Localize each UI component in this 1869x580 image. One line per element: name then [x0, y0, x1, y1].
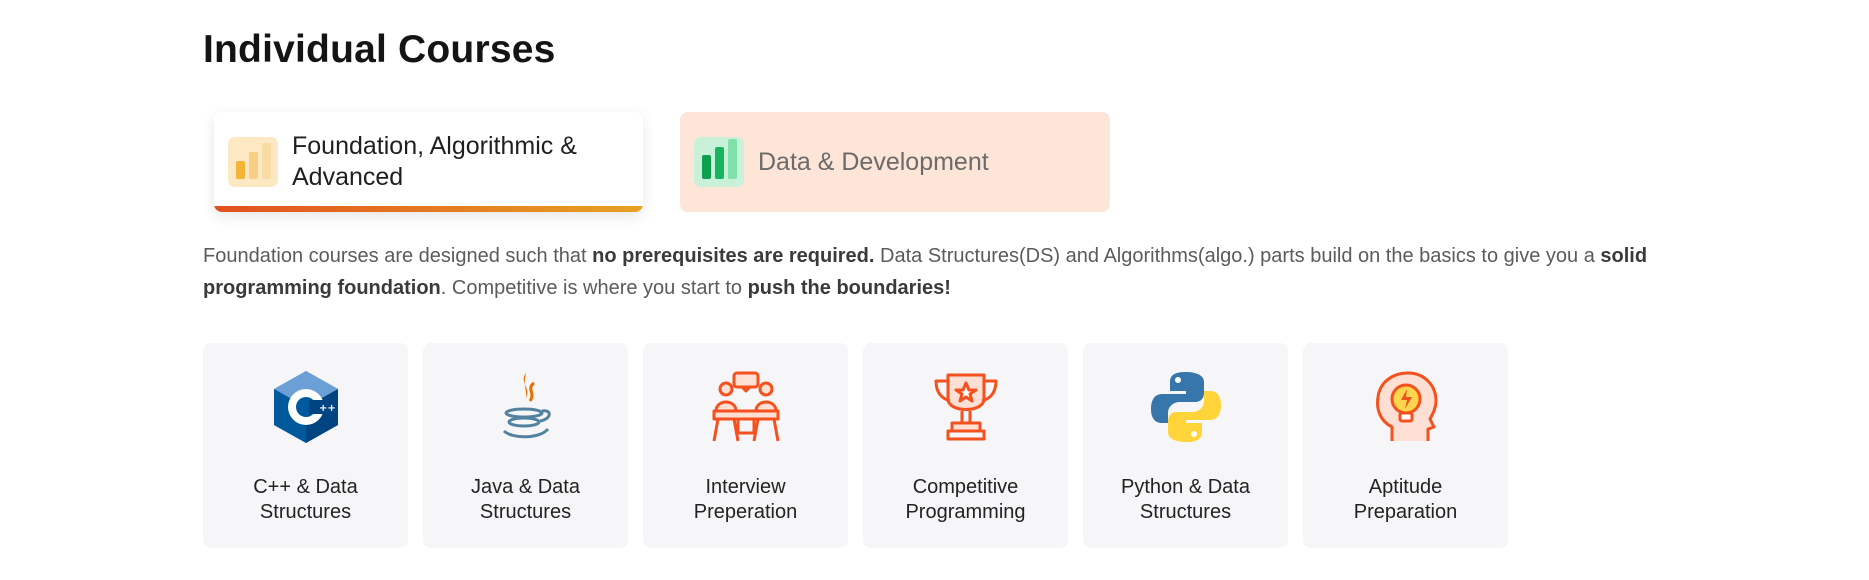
aptitude-icon: [1366, 367, 1446, 447]
course-label: Interview Preperation: [693, 476, 798, 523]
section-title: Individual Courses: [203, 28, 556, 71]
active-tab-indicator: [214, 206, 643, 212]
course-label: Python & Data Structures: [1121, 476, 1250, 523]
trophy-icon: [926, 367, 1006, 447]
tab-data-development[interactable]: Data & Development: [680, 112, 1110, 212]
course-card-java[interactable]: Java & Data Structures: [423, 343, 628, 548]
course-card-competitive[interactable]: Competitive Programming: [863, 343, 1068, 548]
java-icon: [486, 367, 566, 447]
bar-chart-icon: [228, 137, 278, 187]
course-label: Java & Data Structures: [471, 476, 580, 523]
svg-text:++: ++: [319, 403, 336, 414]
course-label: Aptitude Preparation: [1353, 476, 1458, 523]
interview-icon: [706, 367, 786, 447]
course-label: C++ & Data Structures: [253, 476, 358, 523]
tab-foundation[interactable]: Foundation, Algorithmic & Advanced: [214, 112, 643, 212]
course-card-aptitude[interactable]: Aptitude Preparation: [1303, 343, 1508, 548]
course-card-interview[interactable]: Interview Preperation: [643, 343, 848, 548]
course-label: Competitive Programming: [905, 476, 1026, 523]
bar-chart-icon: [694, 137, 744, 187]
tab-label: Foundation, Algorithmic & Advanced: [292, 132, 577, 191]
course-description: Foundation courses are designed such tha…: [203, 245, 1648, 299]
tab-label: Data & Development: [758, 147, 989, 176]
cpp-icon: ++: [266, 367, 346, 447]
course-card-python[interactable]: Python & Data Structures: [1083, 343, 1288, 548]
course-card-cpp[interactable]: ++ C++ & Data Structures: [203, 343, 408, 548]
python-icon: [1146, 367, 1226, 447]
